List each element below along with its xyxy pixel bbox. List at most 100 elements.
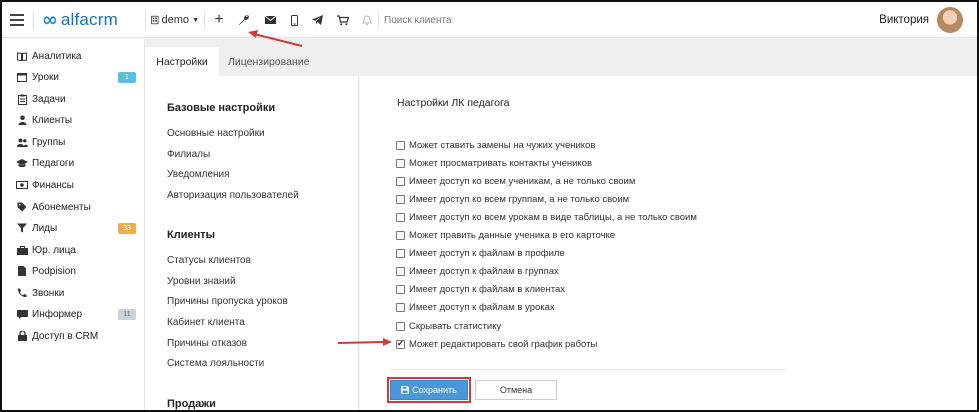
sidebar-item-label: Педагоги: [32, 157, 75, 169]
checkbox[interactable]: [396, 158, 405, 168]
option-row[interactable]: Может править данные ученика в его карто…: [396, 229, 615, 243]
branch-label: demo: [161, 14, 190, 26]
mail-icon[interactable]: [260, 2, 280, 38]
divider: [33, 10, 34, 30]
sidebar-item-label: Финансы: [32, 179, 74, 191]
sidebar-item-teachers[interactable]: Педагоги: [16, 154, 136, 172]
checkbox[interactable]: [396, 140, 405, 150]
link-client-statuses[interactable]: Статусы клиентов: [167, 255, 251, 266]
checkbox[interactable]: [396, 212, 405, 222]
sidebar-item-analytics[interactable]: Аналитика: [16, 47, 136, 65]
tag-icon: [16, 202, 28, 212]
option-row[interactable]: Имеет доступ к файлам в уроках: [396, 301, 555, 315]
divider: [390, 369, 785, 370]
option-row[interactable]: Может просматривать контакты учеников: [396, 156, 592, 170]
top-bar: ∞ alfacrm demo ▼ + Поиск клиента Виктори…: [2, 2, 977, 38]
link-loyalty-system[interactable]: Система лояльности: [167, 358, 264, 369]
user-menu[interactable]: Виктория: [879, 2, 963, 38]
logo[interactable]: ∞ alfacrm: [42, 2, 134, 38]
link-notifications[interactable]: Уведомления: [167, 169, 230, 180]
link-knowledge-levels[interactable]: Уровни знаний: [167, 276, 236, 287]
logo-mark: ∞: [42, 9, 58, 31]
caret-down-icon: ▼: [192, 16, 199, 24]
sidebar-item-informer[interactable]: Информер 11: [16, 305, 136, 323]
option-row[interactable]: Имеет доступ ко всем урокам в виде табли…: [396, 210, 697, 224]
sidebar-item-groups[interactable]: Группы: [16, 133, 136, 151]
branch-selector[interactable]: demo ▼: [151, 2, 199, 38]
sidebar-item-finance[interactable]: Финансы: [16, 176, 136, 194]
annotation-highlight-box: [387, 377, 471, 403]
sidebar-item-legal-entities[interactable]: Юр. лица: [16, 241, 136, 259]
sidebar-item-podpision[interactable]: Podpision: [16, 262, 136, 280]
cancel-button[interactable]: Отмена: [475, 380, 557, 400]
lock-icon: [16, 331, 28, 341]
option-row[interactable]: Имеет доступ к файлам в профиле: [396, 247, 565, 261]
link-refusal-reasons[interactable]: Причины отказов: [167, 338, 247, 349]
cart-icon[interactable]: [333, 2, 353, 38]
teacher-cabinet-settings: Настройки ЛК педагога Может ставить заме…: [360, 76, 977, 410]
sidebar-item-subscriptions[interactable]: Абонементы: [16, 198, 136, 216]
avatar: [937, 7, 963, 33]
sidebar-item-calls[interactable]: Звонки: [16, 284, 136, 302]
tab-licensing[interactable]: Лицензирование: [228, 47, 309, 76]
checkbox[interactable]: [396, 321, 405, 331]
option-label: Может редактировать свой график работы: [409, 338, 598, 350]
money-icon: [16, 181, 28, 189]
checkbox[interactable]: [396, 194, 405, 204]
option-row[interactable]: Скрывать статистику: [396, 319, 501, 333]
sidebar-item-label: Звонки: [32, 287, 65, 299]
hamburger-menu-icon[interactable]: [8, 2, 26, 38]
option-label: Может просматривать контакты учеников: [409, 157, 593, 169]
telegram-icon[interactable]: [308, 2, 326, 38]
option-row[interactable]: ✔ Может редактировать свой график работы: [396, 337, 597, 351]
sidebar-item-crm-access[interactable]: Доступ в CRM: [16, 327, 136, 345]
search-input[interactable]: Поиск клиента: [384, 2, 684, 38]
option-row[interactable]: Имеет доступ к файлам в клиентах: [396, 283, 565, 297]
option-label: Имеет доступ к файлам в группах: [409, 266, 559, 278]
sidebar-item-label: Лиды: [32, 222, 58, 234]
checkbox[interactable]: [396, 249, 405, 259]
sidebar-item-label: Информер: [32, 308, 83, 320]
sidebar-item-leads[interactable]: Лиды 33: [16, 219, 136, 237]
clipboard-icon: [16, 94, 28, 105]
checkbox[interactable]: [396, 176, 405, 186]
option-label: Имеет доступ ко всем ученикам, а не толь…: [409, 175, 636, 187]
link-client-cabinet[interactable]: Кабинет клиента: [167, 317, 245, 328]
document-icon: [16, 266, 28, 276]
sidebar-item-clients[interactable]: Клиенты: [16, 111, 136, 129]
option-label: Может править данные ученика в его карто…: [409, 230, 616, 241]
option-label: Может ставить замены на чужих учеников: [409, 139, 596, 151]
tab-settings[interactable]: Настройки: [145, 47, 219, 76]
book-icon: [16, 51, 28, 61]
sidebar: Аналитика Уроки 1 Задачи Клиенты Группы …: [2, 39, 145, 410]
checkbox-checked[interactable]: ✔: [396, 339, 405, 349]
link-branches[interactable]: Филиалы: [167, 149, 210, 160]
option-row[interactable]: Имеет доступ ко всем группам, а не тольк…: [396, 192, 629, 206]
option-label: Имеет доступ ко всем группам, а не тольк…: [409, 193, 630, 205]
calendar-icon: [16, 72, 28, 82]
count-badge: 11: [118, 308, 136, 320]
add-icon[interactable]: +: [209, 2, 229, 38]
wrench-icon[interactable]: [234, 2, 254, 38]
checkbox[interactable]: [396, 267, 405, 277]
checkbox[interactable]: [396, 231, 405, 240]
sidebar-item-tasks[interactable]: Задачи: [16, 90, 136, 108]
link-user-authorization[interactable]: Авторизация пользователей: [167, 190, 299, 201]
option-row[interactable]: Имеет доступ к файлам в группах: [396, 265, 559, 279]
count-badge: 1: [118, 71, 136, 83]
checkbox[interactable]: [396, 285, 405, 295]
link-absence-reasons[interactable]: Причины пропуска уроков: [167, 296, 288, 307]
sidebar-item-lessons[interactable]: Уроки 1: [16, 68, 136, 86]
divider: [204, 10, 205, 30]
checkbox[interactable]: [396, 303, 405, 313]
mobile-phone-icon[interactable]: [285, 2, 303, 38]
option-row[interactable]: Имеет доступ ко всем ученикам, а не толь…: [396, 174, 635, 188]
user-icon: [16, 115, 28, 125]
bell-icon[interactable]: [358, 2, 376, 38]
briefcase-icon: [16, 245, 28, 255]
panel-title: Настройки ЛК педагога: [397, 97, 510, 109]
link-basic-settings[interactable]: Основные настройки: [167, 128, 265, 139]
section-title-sales: Продажи: [167, 398, 216, 410]
settings-nav: Базовые настройки Основные настройки Фил…: [145, 76, 359, 410]
option-row[interactable]: Может ставить замены на чужих учеников: [396, 138, 595, 152]
